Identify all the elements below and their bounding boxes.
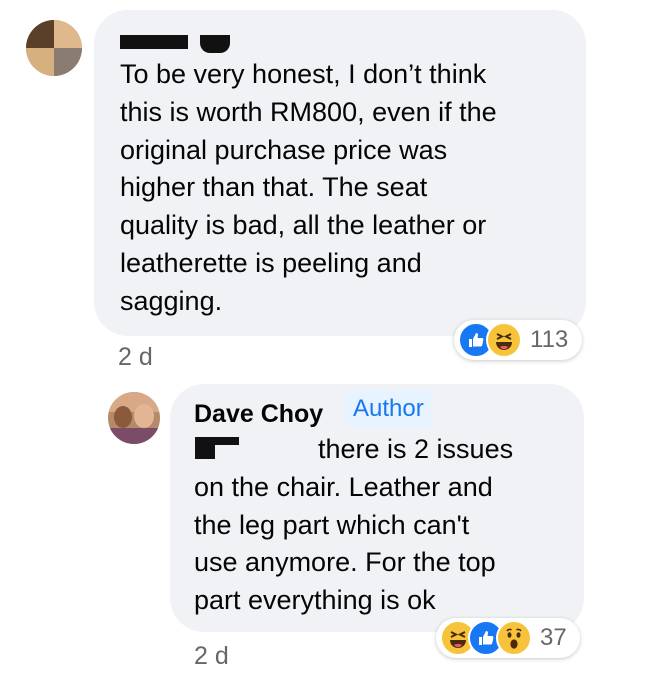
wow-icon [496, 620, 532, 656]
comment-reaction-count: 113 [530, 326, 569, 353]
reply-line: part everything is ok [194, 585, 436, 616]
reply-reaction-count: 37 [540, 624, 567, 651]
reply-line: on the chair. Leather and [194, 471, 493, 502]
commenter-avatar[interactable] [26, 20, 82, 76]
comment-line: this is worth RM800, even if the [120, 96, 497, 127]
author-badge: Author [344, 390, 433, 428]
reply-line: the leg part which can't [194, 509, 470, 540]
comment-line: leatherette is peeling and [120, 247, 422, 278]
comment-line: sagging. [120, 285, 223, 316]
reply-timestamp[interactable]: 2 d [194, 642, 229, 671]
redacted-commenter-name-2 [200, 35, 230, 53]
comment-line: higher than that. The seat [120, 172, 428, 203]
haha-icon [486, 322, 522, 358]
reply-line: use anymore. For the top [194, 547, 496, 578]
comment-line: original purchase price was [120, 134, 448, 165]
reply-line: there is 2 issues [318, 434, 514, 464]
comment-line: To be very honest, I don’t think [120, 59, 487, 89]
redacted-commenter-name [120, 35, 188, 49]
comment-text: To be very honest, I don’t think this is… [120, 56, 497, 321]
reply-text: there is 2 issues on the chair. Leather … [194, 431, 513, 620]
reply-reactions[interactable]: 37 [436, 618, 580, 658]
comment-reactions[interactable]: 113 [454, 320, 582, 360]
reply-author-avatar[interactable] [108, 392, 160, 444]
comment-line: quality is bad, all the leather or [120, 210, 487, 241]
reply-author-name[interactable]: Dave Choy [194, 400, 323, 429]
comment-timestamp[interactable]: 2 d [118, 343, 153, 372]
